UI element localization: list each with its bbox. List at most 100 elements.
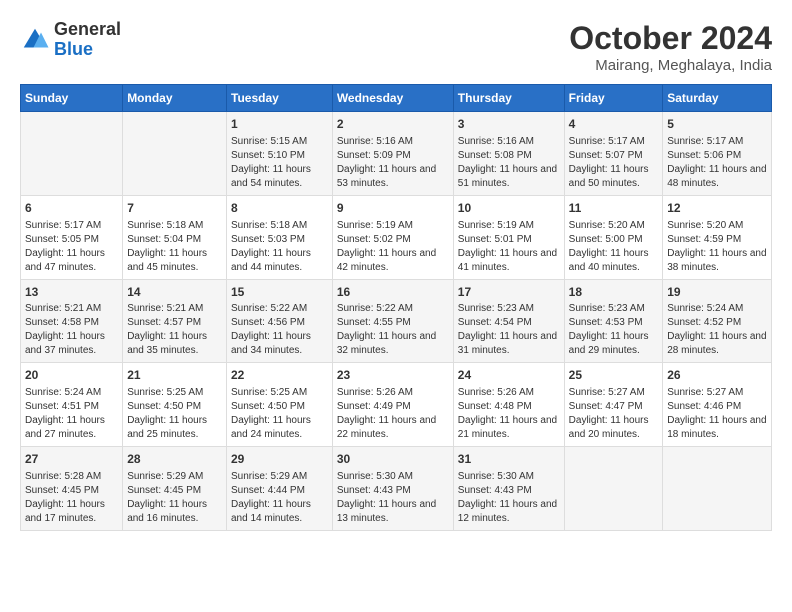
day-number: 16 (337, 284, 449, 301)
calendar-cell: 20 Sunrise: 5:24 AM Sunset: 4:51 PM Dayli… (21, 363, 123, 447)
calendar-cell: 23Sunrise: 5:26 AM Sunset: 4:49 PM Dayli… (332, 363, 453, 447)
day-number: 21 (127, 367, 222, 384)
calendar-cell: 9Sunrise: 5:19 AM Sunset: 5:02 PM Daylig… (332, 195, 453, 279)
day-number: 19 (667, 284, 767, 301)
day-content: Sunrise: 5:25 AM Sunset: 4:50 PM Dayligh… (231, 386, 328, 442)
day-content: Sunrise: 5:26 AM Sunset: 4:49 PM Dayligh… (337, 386, 449, 442)
day-content: Sunrise: 5:24 AM Sunset: 4:52 PM Dayligh… (667, 302, 767, 358)
calendar-cell: 29Sunrise: 5:29 AM Sunset: 4:44 PM Dayli… (227, 447, 333, 531)
day-content: Sunrise: 5:18 AM Sunset: 5:03 PM Dayligh… (231, 219, 328, 275)
day-number: 30 (337, 451, 449, 468)
calendar-cell: 19Sunrise: 5:24 AM Sunset: 4:52 PM Dayli… (663, 279, 772, 363)
calendar-cell: 28 Sunrise: 5:29 AM Sunset: 4:45 PM Dayli… (123, 447, 227, 531)
day-content: Sunrise: 5:16 AM Sunset: 5:09 PM Dayligh… (337, 135, 449, 191)
day-number: 27 (25, 451, 118, 468)
day-content: Sunrise: 5:26 AM Sunset: 4:48 PM Dayligh… (458, 386, 560, 442)
day-content: Sunrise: 5:30 AM Sunset: 4:43 PM Dayligh… (458, 470, 560, 526)
calendar-cell (123, 112, 227, 196)
day-content: Sunrise: 5:17 AM Sunset: 5:06 PM Dayligh… (667, 135, 767, 191)
weekday-header: Sunday (21, 85, 123, 112)
page-header: General Blue October 2024 Mairang, Megha… (20, 20, 772, 74)
day-content: Sunrise: 5:17 AM Sunset: 5:05 PM Dayligh… (25, 219, 118, 275)
calendar-cell: 18Sunrise: 5:23 AM Sunset: 4:53 PM Dayli… (564, 279, 663, 363)
day-number: 8 (231, 200, 328, 217)
day-number: 31 (458, 451, 560, 468)
day-number: 9 (337, 200, 449, 217)
day-number: 4 (569, 116, 659, 133)
day-number: 7 (127, 200, 222, 217)
day-content: Sunrise: 5:22 AM Sunset: 4:56 PM Dayligh… (231, 302, 328, 358)
title-block: October 2024 Mairang, Meghalaya, India (569, 20, 772, 74)
day-content: Sunrise: 5:20 AM Sunset: 4:59 PM Dayligh… (667, 219, 767, 275)
day-number: 24 (458, 367, 560, 384)
weekday-header-row: SundayMondayTuesdayWednesdayThursdayFrid… (21, 85, 772, 112)
day-content: Sunrise: 5:29 AM Sunset: 4:45 PM Dayligh… (127, 470, 222, 526)
logo-icon (20, 25, 50, 55)
calendar-cell: 4Sunrise: 5:17 AM Sunset: 5:07 PM Daylig… (564, 112, 663, 196)
calendar-cell: 16Sunrise: 5:22 AM Sunset: 4:55 PM Dayli… (332, 279, 453, 363)
day-number: 20 (25, 367, 118, 384)
day-number: 6 (25, 200, 118, 217)
location: Mairang, Meghalaya, India (569, 57, 772, 74)
calendar-week-row: 6 Sunrise: 5:17 AM Sunset: 5:05 PM Daylig… (21, 195, 772, 279)
calendar-cell: 5 Sunrise: 5:17 AM Sunset: 5:06 PM Daylig… (663, 112, 772, 196)
calendar-cell: 30 Sunrise: 5:30 AM Sunset: 4:43 PM Dayli… (332, 447, 453, 531)
calendar-cell: 25 Sunrise: 5:27 AM Sunset: 4:47 PM Dayli… (564, 363, 663, 447)
calendar-cell: 31 Sunrise: 5:30 AM Sunset: 4:43 PM Dayli… (453, 447, 564, 531)
weekday-header: Tuesday (227, 85, 333, 112)
calendar-cell: 24 Sunrise: 5:26 AM Sunset: 4:48 PM Dayli… (453, 363, 564, 447)
day-number: 28 (127, 451, 222, 468)
day-number: 29 (231, 451, 328, 468)
logo-text: General Blue (54, 20, 121, 60)
day-number: 11 (569, 200, 659, 217)
calendar-cell: 7 Sunrise: 5:18 AM Sunset: 5:04 PM Daylig… (123, 195, 227, 279)
month-title: October 2024 (569, 20, 772, 57)
day-number: 3 (458, 116, 560, 133)
calendar-cell: 3 Sunrise: 5:16 AM Sunset: 5:08 PM Daylig… (453, 112, 564, 196)
day-number: 5 (667, 116, 767, 133)
calendar-week-row: 20 Sunrise: 5:24 AM Sunset: 4:51 PM Dayli… (21, 363, 772, 447)
calendar-cell: 10 Sunrise: 5:19 AM Sunset: 5:01 PM Dayli… (453, 195, 564, 279)
weekday-header: Monday (123, 85, 227, 112)
weekday-header: Thursday (453, 85, 564, 112)
day-content: Sunrise: 5:21 AM Sunset: 4:58 PM Dayligh… (25, 302, 118, 358)
weekday-header: Wednesday (332, 85, 453, 112)
calendar-cell: 11 Sunrise: 5:20 AM Sunset: 5:00 PM Dayli… (564, 195, 663, 279)
day-content: Sunrise: 5:23 AM Sunset: 4:54 PM Dayligh… (458, 302, 560, 358)
calendar-cell: 12Sunrise: 5:20 AM Sunset: 4:59 PM Dayli… (663, 195, 772, 279)
day-number: 1 (231, 116, 328, 133)
calendar-cell (564, 447, 663, 531)
day-number: 15 (231, 284, 328, 301)
weekday-header: Friday (564, 85, 663, 112)
day-number: 18 (569, 284, 659, 301)
day-content: Sunrise: 5:30 AM Sunset: 4:43 PM Dayligh… (337, 470, 449, 526)
day-number: 2 (337, 116, 449, 133)
calendar-cell: 15Sunrise: 5:22 AM Sunset: 4:56 PM Dayli… (227, 279, 333, 363)
day-content: Sunrise: 5:16 AM Sunset: 5:08 PM Dayligh… (458, 135, 560, 191)
day-number: 10 (458, 200, 560, 217)
day-number: 25 (569, 367, 659, 384)
calendar-cell: 8 Sunrise: 5:18 AM Sunset: 5:03 PM Daylig… (227, 195, 333, 279)
calendar-cell: 2 Sunrise: 5:16 AM Sunset: 5:09 PM Daylig… (332, 112, 453, 196)
calendar-cell: 26Sunrise: 5:27 AM Sunset: 4:46 PM Dayli… (663, 363, 772, 447)
day-number: 13 (25, 284, 118, 301)
day-content: Sunrise: 5:27 AM Sunset: 4:47 PM Dayligh… (569, 386, 659, 442)
day-content: Sunrise: 5:20 AM Sunset: 5:00 PM Dayligh… (569, 219, 659, 275)
calendar-week-row: 27Sunrise: 5:28 AM Sunset: 4:45 PM Dayli… (21, 447, 772, 531)
calendar-cell: 14Sunrise: 5:21 AM Sunset: 4:57 PM Dayli… (123, 279, 227, 363)
weekday-header: Saturday (663, 85, 772, 112)
calendar-cell: 6 Sunrise: 5:17 AM Sunset: 5:05 PM Daylig… (21, 195, 123, 279)
day-content: Sunrise: 5:27 AM Sunset: 4:46 PM Dayligh… (667, 386, 767, 442)
calendar-cell (663, 447, 772, 531)
day-number: 17 (458, 284, 560, 301)
day-content: Sunrise: 5:19 AM Sunset: 5:01 PM Dayligh… (458, 219, 560, 275)
calendar-cell: 21 Sunrise: 5:25 AM Sunset: 4:50 PM Dayli… (123, 363, 227, 447)
day-content: Sunrise: 5:23 AM Sunset: 4:53 PM Dayligh… (569, 302, 659, 358)
calendar-cell: 13Sunrise: 5:21 AM Sunset: 4:58 PM Dayli… (21, 279, 123, 363)
day-content: Sunrise: 5:24 AM Sunset: 4:51 PM Dayligh… (25, 386, 118, 442)
day-content: Sunrise: 5:25 AM Sunset: 4:50 PM Dayligh… (127, 386, 222, 442)
calendar-table: SundayMondayTuesdayWednesdayThursdayFrid… (20, 84, 772, 531)
day-content: Sunrise: 5:15 AM Sunset: 5:10 PM Dayligh… (231, 135, 328, 191)
calendar-cell: 1 Sunrise: 5:15 AM Sunset: 5:10 PM Daylig… (227, 112, 333, 196)
day-content: Sunrise: 5:18 AM Sunset: 5:04 PM Dayligh… (127, 219, 222, 275)
